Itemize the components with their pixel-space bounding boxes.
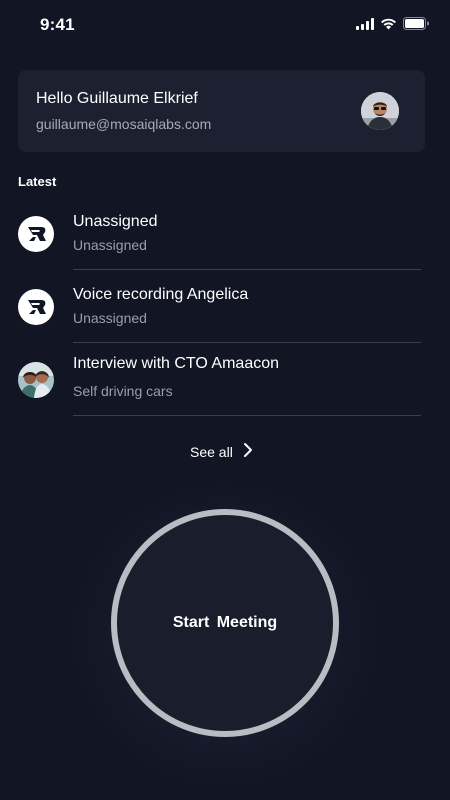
app-logo-icon [18, 289, 54, 325]
user-avatar[interactable] [361, 92, 399, 130]
profile-card[interactable]: Hello Guillaume Elkrief guillaume@mosaiq… [18, 70, 425, 152]
item-subtitle: Self driving cars [73, 383, 173, 399]
item-title: Voice recording Angelica [73, 286, 249, 303]
list-item[interactable]: Interview with CTO Amaacon Self driving … [0, 342, 450, 416]
chevron-right-icon [243, 442, 253, 461]
see-all-label: See all [190, 443, 233, 460]
item-subtitle: Unassigned [73, 310, 147, 326]
start-meeting-button[interactable]: Start Meeting [111, 509, 339, 737]
cellular-signal-icon [356, 17, 374, 30]
status-time: 9:41 [40, 15, 75, 34]
battery-icon [403, 17, 430, 30]
item-title: Interview with CTO Amaacon [73, 355, 280, 372]
list-item[interactable]: Unassigned Unassigned [0, 196, 450, 270]
see-all-link[interactable]: See all [190, 442, 253, 461]
item-subtitle: Unassigned [73, 237, 147, 253]
photo-avatar-icon [18, 362, 54, 398]
profile-email: guillaume@mosaiqlabs.com [36, 116, 212, 132]
wifi-icon [380, 18, 397, 30]
app-logo-icon [18, 216, 54, 252]
list-item[interactable]: Voice recording Angelica Unassigned [0, 269, 450, 343]
section-label-latest: Latest [18, 174, 57, 189]
status-bar: 9:41 [0, 0, 450, 52]
divider [73, 415, 421, 416]
profile-greeting: Hello Guillaume Elkrief [36, 90, 198, 107]
start-meeting-label: Start Meeting [172, 614, 278, 631]
item-title: Unassigned [73, 213, 158, 230]
status-icons [356, 17, 430, 30]
